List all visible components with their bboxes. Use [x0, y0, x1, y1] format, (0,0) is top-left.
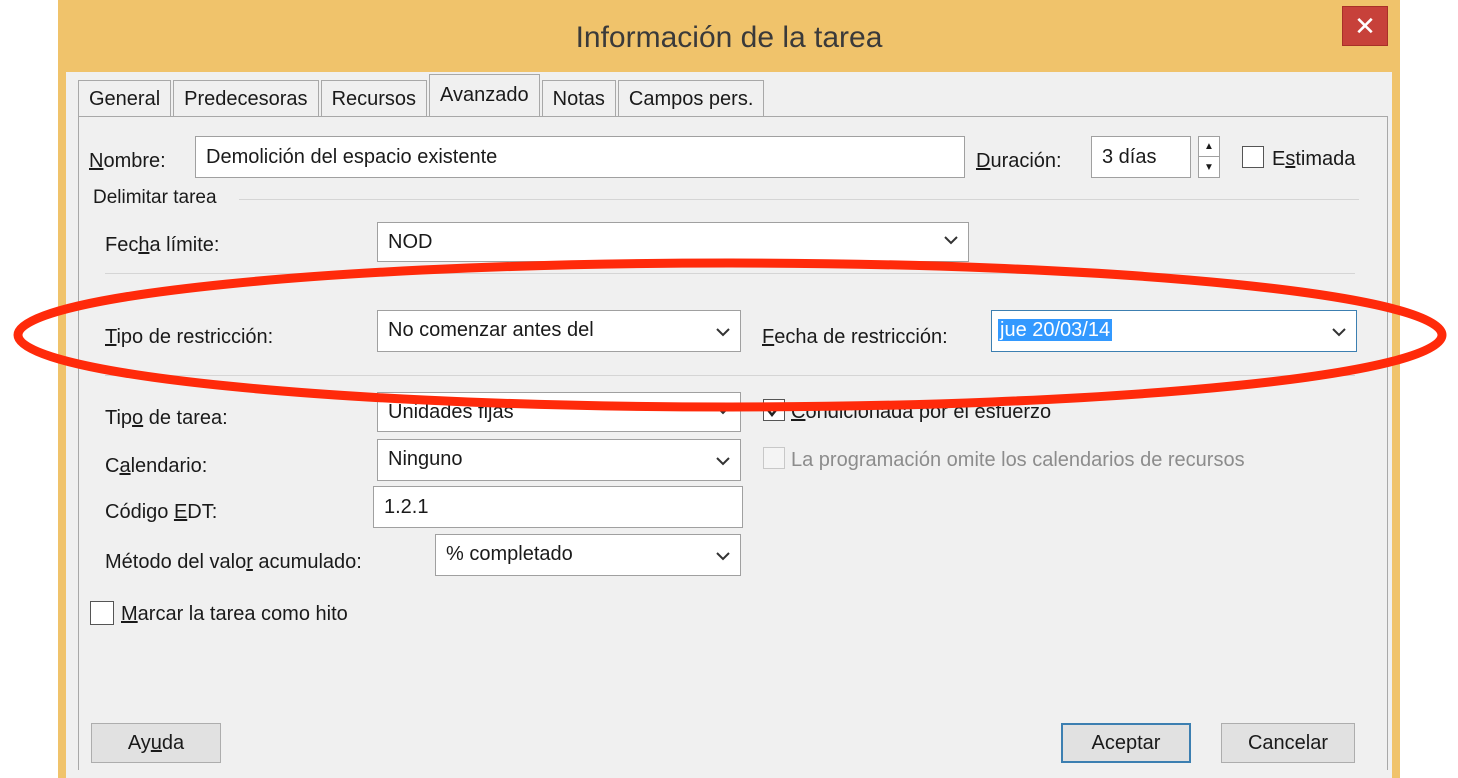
- tab-notas[interactable]: Notas: [541, 80, 616, 116]
- omite-calendarios-checkbox[interactable]: [763, 447, 785, 469]
- tipo-restriccion-combo[interactable]: No comenzar antes del: [377, 310, 741, 352]
- chevron-down-icon: [1332, 328, 1346, 337]
- fecha-restriccion-label: Fecha de restricción:: [762, 326, 948, 348]
- row-divider: [105, 273, 1355, 274]
- tipo-tarea-combo[interactable]: Unidades fijas: [377, 392, 741, 432]
- close-button[interactable]: ✕: [1342, 6, 1388, 46]
- tipo-tarea-label: Tipo de tarea:: [105, 407, 228, 429]
- estimada-label: Estimada: [1272, 148, 1356, 170]
- tab-panel-avanzado: Nombre: Demolición del espacio existente…: [78, 116, 1388, 770]
- fecha-restriccion-combo[interactable]: jue 20/03/14: [991, 310, 1357, 352]
- hito-checkbox[interactable]: [90, 601, 114, 625]
- chevron-down-icon: [944, 236, 958, 245]
- fecha-restriccion-value: jue 20/03/14: [998, 319, 1113, 341]
- fecha-limite-value: NOD: [388, 231, 433, 253]
- duracion-label: Duración:: [976, 150, 1062, 172]
- spin-down-icon[interactable]: ▼: [1199, 157, 1219, 177]
- task-info-dialog: Información de la tarea ✕ General Predec…: [58, 0, 1400, 778]
- metodo-valor-label: Método del valor acumulado:: [105, 551, 362, 573]
- codigo-edt-label: Código EDT:: [105, 501, 218, 523]
- fecha-limite-combo[interactable]: NOD: [377, 222, 969, 262]
- dialog-client-area: General Predecesoras Recursos Avanzado N…: [66, 72, 1392, 778]
- tipo-restriccion-label: Tipo de restricción:: [105, 326, 274, 348]
- tab-campos-pers[interactable]: Campos pers.: [617, 80, 765, 116]
- tipo-tarea-value: Unidades fijas: [388, 401, 514, 423]
- group-divider: [239, 199, 1359, 200]
- spin-up-icon[interactable]: ▲: [1199, 137, 1219, 157]
- estimada-checkbox[interactable]: [1242, 146, 1264, 168]
- condicionada-label: Condicionada por el esfuerzo: [791, 401, 1052, 423]
- chevron-down-icon: [716, 406, 730, 415]
- tab-predecesoras[interactable]: Predecesoras: [173, 80, 319, 116]
- tab-avanzado[interactable]: Avanzado: [429, 74, 540, 116]
- tipo-restriccion-value: No comenzar antes del: [388, 319, 594, 341]
- dialog-title: Información de la tarea: [575, 21, 883, 54]
- nombre-label: Nombre:: [89, 150, 166, 172]
- ayuda-button[interactable]: Ay u da: [91, 723, 221, 763]
- chevron-down-icon: [716, 457, 730, 466]
- metodo-valor-value: % completado: [446, 543, 573, 565]
- checkmark-icon: [767, 404, 781, 418]
- close-icon: ✕: [1354, 10, 1376, 41]
- hito-label: Marcar la tarea como hito: [121, 603, 348, 625]
- aceptar-button[interactable]: Aceptar: [1061, 723, 1191, 763]
- fecha-limite-label: Fecha límite:: [105, 234, 220, 256]
- codigo-edt-input[interactable]: 1.2.1: [373, 486, 743, 528]
- row-divider: [105, 375, 1355, 376]
- omite-calendarios-label: La programación omite los calendarios de…: [791, 449, 1245, 471]
- tab-strip: General Predecesoras Recursos Avanzado N…: [78, 74, 766, 116]
- nombre-input[interactable]: Demolición del espacio existente: [195, 136, 965, 178]
- condicionada-checkbox[interactable]: [763, 399, 785, 421]
- metodo-valor-combo[interactable]: % completado: [435, 534, 741, 576]
- cancelar-button[interactable]: Cancelar: [1221, 723, 1355, 763]
- calendario-value: Ninguno: [388, 448, 463, 470]
- dialog-title-bar: Información de la tarea: [58, 0, 1400, 76]
- duracion-input[interactable]: 3 días: [1091, 136, 1191, 178]
- calendario-label: Calendario:: [105, 455, 208, 477]
- chevron-down-icon: [716, 552, 730, 561]
- delimitar-group-label: Delimitar tarea: [93, 187, 217, 208]
- duracion-spinner[interactable]: ▲ ▼: [1198, 136, 1220, 178]
- chevron-down-icon: [716, 328, 730, 337]
- tab-recursos[interactable]: Recursos: [320, 80, 428, 116]
- tab-general[interactable]: General: [78, 80, 172, 116]
- calendario-combo[interactable]: Ninguno: [377, 439, 741, 481]
